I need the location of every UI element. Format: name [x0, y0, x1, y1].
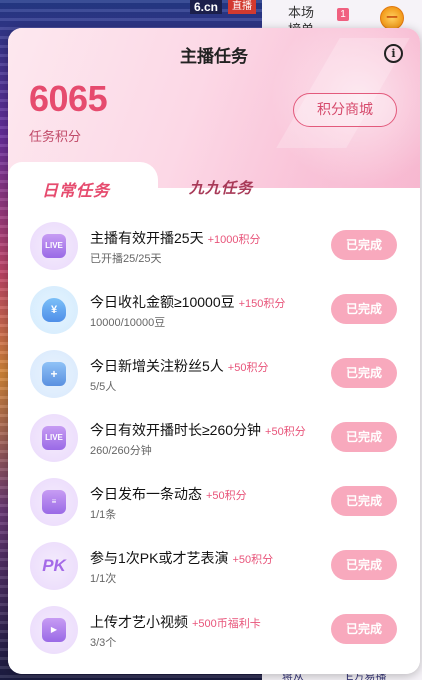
tab-daily-label: 日常任务 — [42, 183, 111, 200]
task-title: 今日发布一条动态 +50积分 — [90, 484, 247, 504]
task-title-text: 今日发布一条动态 — [90, 486, 202, 502]
pk-icon: PK — [30, 542, 78, 590]
task-row: ¥ 今日收礼金额≥10000豆 +150积分 10000/10000豆 已完成 — [8, 282, 420, 340]
tab-ninety-nine-tasks[interactable]: 九九任务 — [189, 177, 253, 198]
task-progress: 已开播25/25天 — [90, 253, 162, 265]
points-label: 任务积分 — [29, 129, 82, 144]
task-reward: +1000积分 — [207, 234, 261, 246]
pk-icon-glyph: PK — [42, 556, 66, 575]
rank-number-badge: 1 — [337, 8, 349, 21]
video-icon-glyph: ▶ — [42, 618, 66, 642]
task-title-text: 上传才艺小视频 — [90, 614, 188, 630]
task-completed-button[interactable]: 已完成 — [331, 486, 397, 516]
live-tv-icon: LIVE — [30, 414, 78, 462]
task-title: 主播有效开播25天 +1000积分 — [90, 228, 260, 248]
info-icon[interactable]: i — [384, 44, 403, 63]
task-row: ▶ 上传才艺小视频 +500币福利卡 3/3个 已完成 — [8, 602, 420, 660]
task-row: + 今日新增关注粉丝5人 +50积分 5/5人 已完成 — [8, 346, 420, 404]
task-title-text: 今日收礼金额≥10000豆 — [90, 294, 235, 310]
points-value: 6065 — [29, 78, 108, 119]
task-row: LIVE 今日有效开播时长≥260分钟 +50积分 260/260分钟 已完成 — [8, 410, 420, 468]
live-tag: 直播 — [228, 0, 256, 14]
task-completed-button[interactable]: 已完成 — [331, 358, 397, 388]
task-reward: +150积分 — [238, 298, 286, 310]
task-progress: 260/260分钟 — [90, 445, 152, 457]
task-row: PK 参与1次PK或才艺表演 +50积分 1/1次 已完成 — [8, 538, 420, 596]
task-title: 今日新增关注粉丝5人 +50积分 — [90, 356, 268, 376]
task-progress: 1/1条 — [90, 509, 117, 521]
task-reward: +50积分 — [265, 426, 306, 438]
task-completed-button[interactable]: 已完成 — [331, 422, 397, 452]
task-reward: +50积分 — [232, 554, 274, 566]
task-reward: +50积分 — [227, 362, 269, 374]
task-progress: 5/5人 — [90, 381, 117, 393]
task-row: LIVE 主播有效开播25天 +1000积分已开播25/25天 已完成 — [8, 218, 420, 276]
add-fans-icon-glyph: + — [42, 362, 66, 386]
task-title: 今日有效开播时长≥260分钟 +50积分 — [90, 420, 306, 440]
task-reward: +50积分 — [206, 490, 247, 502]
medal-icon[interactable]: 一 — [380, 6, 404, 30]
task-title-text: 主播有效开播25天 — [90, 230, 204, 246]
task-title-text: 参与1次PK或才艺表演 — [90, 550, 229, 566]
anchor-task-popup: 主播任务 i 6065 任务积分 积分商城 日常任务 九九任务 LIVE 主播有效… — [8, 28, 420, 674]
money-bag-icon-glyph: ¥ — [42, 298, 66, 322]
task-title-text: 今日新增关注粉丝5人 — [90, 358, 224, 374]
task-title: 今日收礼金额≥10000豆 +150积分 — [90, 292, 285, 312]
task-completed-button[interactable]: 已完成 — [331, 614, 397, 644]
task-title: 参与1次PK或才艺表演 +50积分 — [90, 548, 273, 568]
task-progress: 3/3个 — [90, 637, 117, 649]
post-icon-glyph: ≡ — [42, 490, 66, 514]
task-completed-button[interactable]: 已完成 — [331, 550, 397, 580]
post-icon: ≡ — [30, 478, 78, 526]
add-fans-icon: + — [30, 350, 78, 398]
popup-title: 主播任务 — [180, 47, 248, 66]
task-title-text: 今日有效开播时长≥260分钟 — [90, 422, 262, 438]
task-completed-button[interactable]: 已完成 — [331, 230, 397, 260]
task-tabs: 日常任务 九九任务 — [8, 162, 420, 210]
task-title: 上传才艺小视频 +500币福利卡 — [90, 612, 261, 632]
live-tv-icon-glyph: LIVE — [42, 426, 66, 450]
money-bag-icon: ¥ — [30, 286, 78, 334]
task-progress: 10000/10000豆 — [90, 317, 166, 329]
task-completed-button[interactable]: 已完成 — [331, 294, 397, 324]
task-reward: +500币福利卡 — [192, 618, 261, 630]
live-tv-icon-glyph: LIVE — [42, 234, 66, 258]
site-tag: 6.cn — [190, 0, 223, 14]
video-icon: ▶ — [30, 606, 78, 654]
tab-daily-tasks[interactable]: 日常任务 — [8, 162, 158, 210]
task-progress: 1/1次 — [90, 573, 117, 585]
points-mall-button[interactable]: 积分商城 — [293, 93, 397, 127]
task-row: ≡ 今日发布一条动态 +50积分 1/1条 已完成 — [8, 474, 420, 532]
live-tv-icon: LIVE — [30, 222, 78, 270]
